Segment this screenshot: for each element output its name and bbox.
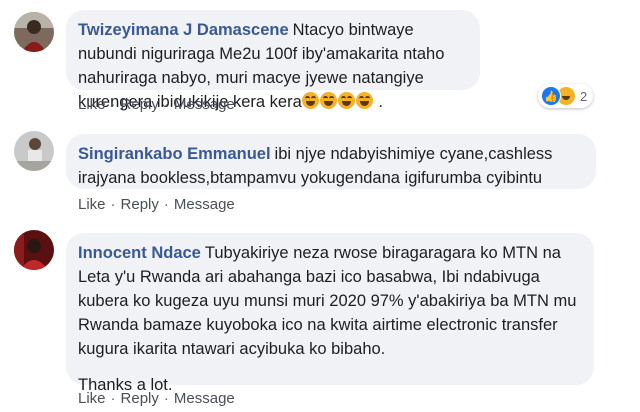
laughing-tears-emoji: [301, 92, 319, 109]
reply-button[interactable]: Reply: [121, 96, 159, 113]
message-button[interactable]: Message: [174, 390, 235, 407]
avatar[interactable]: [14, 230, 54, 270]
comment-bubble: Innocent Ndace Tubyakiriye neza rwose bir…: [66, 233, 594, 394]
separator: ·: [110, 196, 116, 213]
avatar[interactable]: [14, 12, 54, 52]
like-icon: 👍: [541, 86, 561, 106]
comment-actions: Like · Reply · Message: [78, 390, 235, 407]
comment-author[interactable]: Singirankabo Emmanuel: [78, 145, 271, 163]
comment-bubble: Singirankabo Emmanuel ibi njye ndabyishim…: [66, 134, 596, 189]
comment-author[interactable]: Innocent Ndace: [78, 244, 201, 262]
comment-bubble: Twizeyimana J Damascene Ntacyo bintwaye n…: [66, 10, 480, 111]
message-button[interactable]: Message: [174, 96, 235, 113]
like-button[interactable]: Like: [78, 390, 106, 407]
reaction-count: 2: [580, 88, 588, 104]
comment-trailing-text: .: [373, 93, 383, 111]
reaction-summary[interactable]: 👍 2: [538, 84, 594, 108]
like-button[interactable]: Like: [78, 196, 106, 213]
comment-actions: Like · Reply · Message: [78, 196, 235, 213]
message-button[interactable]: Message: [174, 196, 235, 213]
separator: ·: [110, 96, 116, 113]
separator: ·: [163, 196, 169, 213]
separator: ·: [163, 96, 169, 113]
avatar[interactable]: [14, 131, 54, 171]
laughing-tears-emoji: [355, 92, 373, 109]
reply-button[interactable]: Reply: [121, 196, 159, 213]
laughing-tears-emoji: [319, 92, 337, 109]
comment-actions: Like · Reply · Message: [78, 96, 235, 113]
comment-author[interactable]: Twizeyimana J Damascene: [78, 21, 289, 39]
separator: ·: [163, 390, 169, 407]
reply-button[interactable]: Reply: [121, 390, 159, 407]
separator: ·: [110, 390, 116, 407]
like-button[interactable]: Like: [78, 96, 106, 113]
laughing-tears-emoji: [337, 92, 355, 109]
emoji-group: [301, 92, 374, 111]
